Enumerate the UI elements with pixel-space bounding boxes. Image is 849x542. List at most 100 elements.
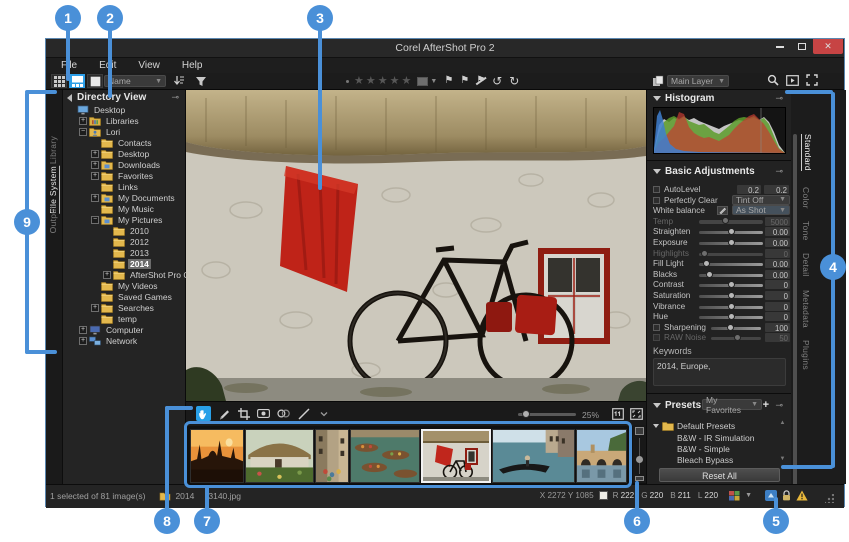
expand-icon[interactable]: + bbox=[79, 117, 87, 125]
flag-pick-icon[interactable]: ⚑ bbox=[444, 76, 453, 86]
value-field[interactable]: 0.00 bbox=[765, 227, 790, 236]
slider-track[interactable] bbox=[699, 253, 763, 256]
reset-all-button[interactable]: Reset All bbox=[659, 468, 780, 482]
tab-plugins[interactable]: Plugins bbox=[801, 340, 811, 370]
checkbox[interactable] bbox=[653, 334, 660, 341]
expand-icon[interactable]: + bbox=[91, 304, 99, 312]
slider-track[interactable] bbox=[711, 327, 761, 330]
pin-icon[interactable]: ⊸ bbox=[775, 401, 783, 410]
add-preset-button[interactable]: + bbox=[763, 400, 769, 411]
tree-item-downloads[interactable]: +Downloads bbox=[63, 159, 185, 170]
tree-item-my-pictures[interactable]: −My Pictures bbox=[63, 214, 185, 225]
value-field[interactable]: 100 bbox=[765, 323, 790, 332]
scroll-up-icon[interactable]: ▲ bbox=[779, 420, 786, 426]
chevron-down-icon[interactable]: ▼ bbox=[430, 78, 437, 85]
resize-grip[interactable] bbox=[825, 494, 834, 503]
pin-icon[interactable]: ⊸ bbox=[775, 167, 783, 176]
tab-metadata[interactable]: Metadata bbox=[801, 290, 811, 328]
flag-reject-icon[interactable]: ⚑ bbox=[476, 76, 485, 86]
value-field[interactable]: 0 bbox=[765, 280, 790, 289]
slider-knob[interactable] bbox=[728, 313, 735, 320]
zoom-actual-button[interactable] bbox=[612, 408, 624, 420]
red-eye-tool[interactable] bbox=[256, 406, 271, 421]
thumbnail-large-icon[interactable] bbox=[635, 427, 644, 435]
crop-tool[interactable] bbox=[236, 406, 251, 421]
adjustment-select[interactable]: Tint Off▼ bbox=[732, 195, 790, 205]
value-field[interactable]: 0 bbox=[765, 249, 790, 258]
sort-direction-icon[interactable] bbox=[172, 74, 186, 88]
color-label-icon[interactable] bbox=[417, 77, 428, 86]
tree-item-searches[interactable]: +Searches bbox=[63, 302, 185, 313]
star-icon[interactable]: ★ bbox=[390, 76, 400, 87]
value-field[interactable]: 0.2 bbox=[737, 185, 761, 194]
close-button[interactable]: ✕ bbox=[813, 39, 843, 54]
checkbox[interactable] bbox=[653, 324, 660, 331]
star-icon[interactable]: ★ bbox=[354, 76, 364, 87]
scroll-down-icon[interactable]: ▼ bbox=[779, 456, 786, 462]
checkbox[interactable] bbox=[653, 186, 660, 193]
lock-icon[interactable] bbox=[782, 490, 791, 501]
expand-icon[interactable]: + bbox=[103, 271, 111, 279]
tab-tone[interactable]: Tone bbox=[801, 221, 811, 241]
search-icon[interactable] bbox=[767, 74, 779, 86]
eyedropper-icon[interactable] bbox=[717, 206, 728, 215]
expand-icon[interactable]: + bbox=[91, 150, 99, 158]
minimize-button[interactable] bbox=[769, 39, 791, 54]
layer-select[interactable]: Main Layer▼ bbox=[667, 75, 729, 87]
slider-knob[interactable] bbox=[706, 271, 713, 278]
preset-b-w-simple[interactable]: B&W - Simple bbox=[647, 443, 777, 454]
zoom-fit-button[interactable] bbox=[630, 408, 643, 420]
collapse-icon[interactable]: − bbox=[91, 216, 99, 224]
slider-knob[interactable] bbox=[727, 324, 734, 331]
slider-knob[interactable] bbox=[734, 334, 741, 341]
slider-track[interactable] bbox=[699, 316, 763, 319]
value-field[interactable]: 0.00 bbox=[765, 259, 790, 268]
tree-item-2013[interactable]: 2013 bbox=[63, 247, 185, 258]
tree-item-my-videos[interactable]: My Videos bbox=[63, 280, 185, 291]
expand-icon[interactable]: + bbox=[79, 326, 87, 334]
thumbnail-size-knob[interactable] bbox=[636, 456, 643, 463]
image-view-button[interactable] bbox=[87, 74, 103, 88]
browse-view-button[interactable] bbox=[69, 74, 85, 88]
tree-item-2014[interactable]: 2014 bbox=[63, 258, 185, 269]
brush-tool[interactable] bbox=[216, 406, 231, 421]
main-photo[interactable] bbox=[186, 90, 646, 401]
adjustment-select[interactable]: As Shot▼ bbox=[732, 205, 790, 215]
slider-knob[interactable] bbox=[703, 260, 710, 267]
tree-item-2010[interactable]: 2010 bbox=[63, 225, 185, 236]
tree-item-temp[interactable]: temp bbox=[63, 313, 185, 324]
redo-icon[interactable]: ↻ bbox=[509, 75, 519, 87]
tree-item-my-music[interactable]: My Music bbox=[63, 203, 185, 214]
rating-dot-icon[interactable] bbox=[346, 80, 349, 83]
tree-item-network[interactable]: +Network bbox=[63, 335, 185, 346]
slider-track[interactable] bbox=[699, 263, 763, 266]
slider-track[interactable] bbox=[711, 337, 761, 340]
tab-color[interactable]: Color bbox=[801, 187, 811, 209]
value-field[interactable]: 50 bbox=[765, 333, 790, 342]
layers-icon[interactable] bbox=[652, 75, 664, 87]
chevron-down-icon[interactable]: ▼ bbox=[745, 492, 752, 499]
tab-standard[interactable]: Standard bbox=[801, 134, 813, 171]
color-managed-icon[interactable] bbox=[729, 491, 740, 501]
tools-chevron-icon[interactable] bbox=[316, 406, 331, 421]
value-field[interactable]: 0.00 bbox=[765, 238, 790, 247]
warning-icon[interactable] bbox=[796, 490, 808, 501]
tree-item-links[interactable]: Links bbox=[63, 181, 185, 192]
slider-track[interactable] bbox=[699, 274, 763, 277]
slider-knob[interactable] bbox=[728, 303, 735, 310]
slider-knob[interactable] bbox=[722, 217, 729, 224]
filter-icon[interactable] bbox=[194, 74, 208, 88]
slider-track[interactable] bbox=[699, 295, 763, 298]
checkbox[interactable] bbox=[653, 197, 660, 204]
pin-icon[interactable]: ⊸ bbox=[775, 94, 783, 103]
slider-track[interactable] bbox=[699, 284, 763, 287]
pin-icon[interactable]: ⊸ bbox=[171, 93, 179, 102]
value-field[interactable]: 0 bbox=[765, 302, 790, 311]
value-field[interactable]: 0.00 bbox=[765, 270, 790, 279]
slider-track[interactable] bbox=[699, 242, 763, 245]
preset-folder-default-presets[interactable]: Default Presets bbox=[647, 420, 777, 431]
keywords-input[interactable]: 2014, Europe, bbox=[653, 358, 786, 386]
tree-item-saved-games[interactable]: Saved Games bbox=[63, 291, 185, 302]
tab-detail[interactable]: Detail bbox=[801, 253, 811, 277]
menu-help[interactable]: Help bbox=[171, 59, 214, 72]
